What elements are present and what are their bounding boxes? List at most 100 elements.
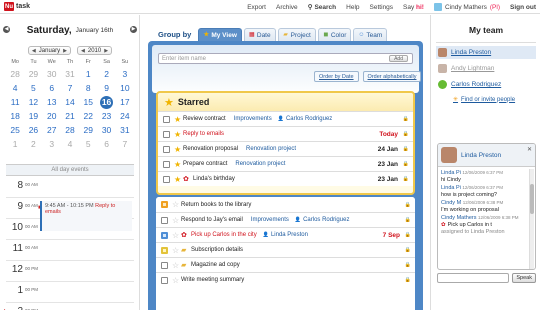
calendar-day[interactable]: 31 [116,124,134,137]
calendar-day[interactable]: 7 [61,82,79,95]
task-title[interactable]: Review contract [183,116,226,122]
calendar-day-selected[interactable]: 16 [97,96,115,109]
order-by-date-button[interactable]: Order by Date [314,71,359,82]
calendar-day[interactable]: 26 [24,124,42,137]
month-select[interactable]: ◀ January ▶ [27,46,71,55]
chat-scrollbar[interactable] [529,169,534,269]
calendar-day[interactable]: 28 [61,124,79,137]
task-checkbox[interactable] [161,261,168,269]
calendar-day[interactable]: 2 [24,138,42,151]
tab-date[interactable]: ▦ Date [243,28,276,41]
calendar-day[interactable]: 11 [6,96,24,109]
lock-icon[interactable]: 🔒 [405,277,411,283]
lock-icon[interactable]: 🔒 [403,146,409,152]
chat-sender[interactable]: Cindy M [441,200,461,206]
chat-sender[interactable]: Linda Pi [441,185,461,191]
lock-icon[interactable]: 🔒 [405,247,411,253]
calendar-day[interactable]: 7 [116,138,134,151]
calendar-day[interactable]: 23 [97,110,115,123]
task-title[interactable]: Respond to Jay's email [181,217,243,223]
lock-icon[interactable]: 🔒 [405,202,411,208]
calendar-day[interactable]: 15 [79,96,97,109]
calendar-day[interactable]: 13 [43,96,61,109]
order-alphabetically-button[interactable]: Order alphabetically [362,71,422,82]
task-title[interactable]: Renovation proposal [183,146,238,152]
lock-icon[interactable]: 🔒 [403,116,409,122]
hour-slot[interactable]: 11 00 AM [6,240,134,261]
project-tag[interactable]: Improvements [251,217,289,223]
lock-icon[interactable]: 🔒 [403,161,409,167]
star-icon[interactable]: ☆ [172,200,181,209]
calendar-day[interactable]: 30 [43,68,61,81]
user-menu[interactable]: Cindy Mathers (Pl) [433,3,500,11]
sign-out-link[interactable]: Sign out [510,4,536,11]
task-checkbox[interactable] [163,145,170,153]
task-title[interactable]: Linda's birthday [193,176,235,182]
tab-my-view[interactable]: ★ My View [198,28,242,41]
calendar-day[interactable]: 17 [116,96,134,109]
task-row[interactable]: ☆ ✿ Pick up Carlos in the city 👤 Linda Prest… [156,227,415,242]
assignee[interactable]: 👤 Linda Preston [263,232,308,238]
calendar-day[interactable]: 18 [6,110,24,123]
star-icon[interactable]: ★ [174,115,183,124]
team-member[interactable]: Andy Lightman [436,62,536,75]
add-button[interactable]: Add [389,55,408,62]
task-checkbox[interactable] [163,160,170,168]
calendar-day[interactable]: 10 [116,82,134,95]
star-icon[interactable]: ☆ [172,261,181,270]
search-link[interactable]: ⚲ Search [308,3,336,12]
help-link[interactable]: Help [346,4,359,11]
lock-icon[interactable]: 🔒 [403,131,409,137]
star-icon[interactable]: ★ [174,175,183,184]
hour-slot[interactable]: 200 PM [6,303,134,310]
settings-link[interactable]: Settings [370,4,394,11]
lock-icon[interactable]: 🔒 [405,262,411,268]
task-row[interactable]: ☆ Write meeting summary 🔒 [156,272,415,287]
team-member[interactable]: Carlos Rodriguez [436,78,536,91]
task-checkbox[interactable] [163,175,170,183]
calendar-day[interactable]: 1 [79,68,97,81]
task-title[interactable]: Return books to the library [181,202,251,208]
star-icon[interactable]: ☆ [172,276,181,285]
new-item-input[interactable]: Enter item name Add [158,53,413,64]
scroll-thumb[interactable] [530,184,534,214]
star-icon[interactable]: ★ [174,145,183,154]
next-day-button[interactable]: ▶ [130,26,137,33]
chat-contact-name[interactable]: Linda Preston [461,152,501,159]
export-link[interactable]: Export [247,4,266,11]
app-logo[interactable]: Nu task [4,2,30,11]
calendar-day[interactable]: 14 [61,96,79,109]
task-title[interactable]: Write meeting summary [181,277,244,283]
chat-sender[interactable]: Cindy Mathers [441,215,476,221]
task-title[interactable]: Prepare contract [183,161,227,167]
star-icon[interactable]: ☆ [172,216,181,225]
calendar-day[interactable]: 21 [61,110,79,123]
task-title[interactable]: Subscription details [191,247,243,253]
calendar-day[interactable]: 25 [6,124,24,137]
tab-color[interactable]: ◼ Color [317,28,352,41]
speak-button[interactable]: Speak [512,273,536,283]
calendar-day[interactable]: 8 [79,82,97,95]
calendar-day[interactable]: 29 [79,124,97,137]
task-title[interactable]: Pick up Carlos in the city [191,232,257,238]
calendar-day[interactable]: 3 [116,68,134,81]
calendar-day[interactable]: 27 [43,124,61,137]
hour-slot[interactable]: 12 00 PM [6,261,134,282]
task-row[interactable]: ☆ Respond to Jay's email Improvements 👤 Carl… [156,212,415,227]
calendar-day[interactable]: 31 [61,68,79,81]
tab-team[interactable]: ☺ Team [353,28,388,41]
star-icon[interactable]: ☆ [172,231,181,240]
tab-project[interactable]: ▰ Project [277,28,316,41]
say-hi-link[interactable]: Say hi! [403,4,424,11]
calendar-day[interactable]: 9 [97,82,115,95]
calendar-day[interactable]: 6 [43,82,61,95]
calendar-day[interactable]: 2 [97,68,115,81]
hour-slot[interactable]: 1 00 PM [6,282,134,303]
task-checkbox[interactable] [161,231,168,239]
calendar-day[interactable]: 6 [97,138,115,151]
project-tag[interactable]: Improvements [234,116,272,122]
task-row[interactable]: ☆ ▰ Magazine ad copy 🔒 [156,257,415,272]
star-icon[interactable]: ★ [174,130,183,139]
calendar-day[interactable]: 24 [116,110,134,123]
task-checkbox[interactable] [161,216,168,224]
